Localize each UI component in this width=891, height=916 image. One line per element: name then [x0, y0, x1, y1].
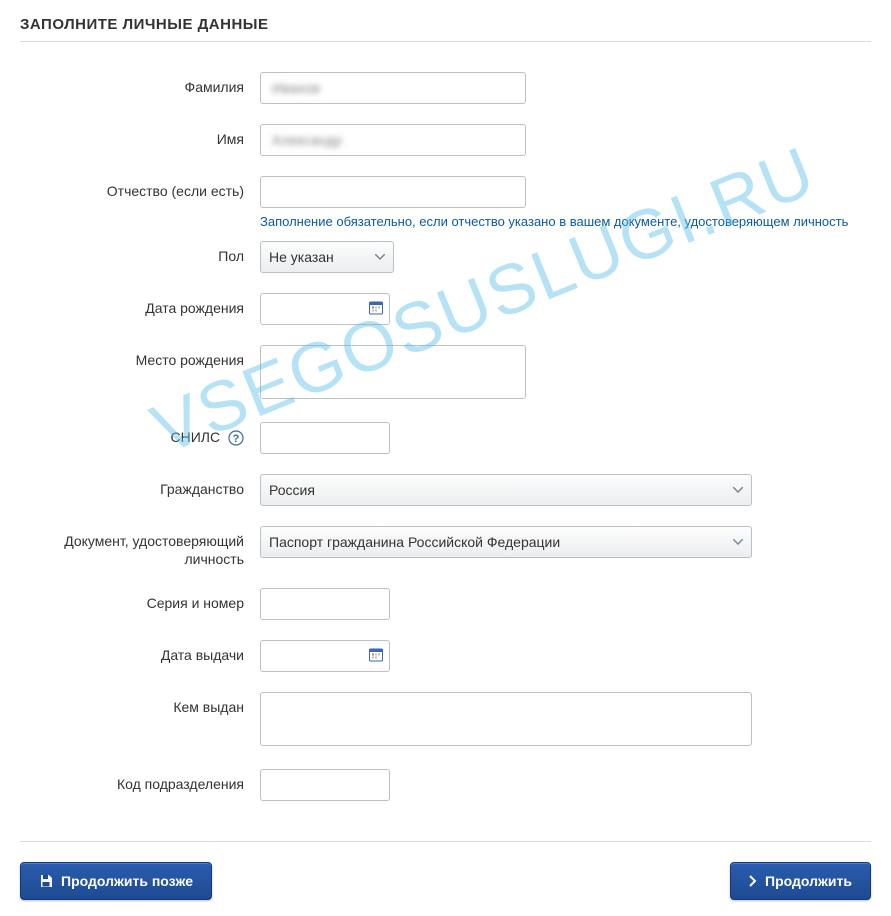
calendar-icon[interactable]: [368, 647, 384, 666]
name-label: Имя: [20, 124, 260, 148]
gender-select-value: Не указан: [269, 249, 334, 265]
snils-input[interactable]: [260, 422, 390, 454]
issued-by-label: Кем выдан: [20, 692, 260, 716]
dept-code-label: Код подразделения: [20, 769, 260, 793]
citizenship-label: Гражданство: [20, 474, 260, 498]
id-doc-select-value: Паспорт гражданина Российской Федерации: [269, 534, 560, 550]
snils-label-text: СНИЛС: [171, 429, 221, 445]
save-icon: [39, 874, 53, 888]
chevron-down-icon: [733, 539, 743, 545]
pob-label: Место рождения: [20, 345, 260, 369]
name-input[interactable]: [260, 124, 526, 156]
id-doc-label: Документ, удостоверяющий личность: [20, 526, 260, 568]
dob-label: Дата рождения: [20, 293, 260, 317]
dept-code-input[interactable]: [260, 769, 390, 801]
footer-actions: Продолжить позже Продолжить: [20, 841, 871, 900]
snils-label: СНИЛС ?: [20, 422, 260, 446]
issued-by-input[interactable]: [260, 692, 752, 746]
save-later-button-label: Продолжить позже: [61, 873, 193, 889]
personal-data-form: Фамилия Иванов Имя Александр Отчество (е…: [20, 72, 871, 841]
id-doc-select[interactable]: Паспорт гражданина Российской Федерации: [260, 526, 752, 558]
patronymic-input[interactable]: [260, 176, 526, 208]
save-later-button[interactable]: Продолжить позже: [20, 862, 212, 900]
svg-text:?: ?: [233, 433, 240, 445]
continue-button-label: Продолжить: [765, 873, 852, 889]
pob-input[interactable]: [260, 345, 526, 399]
help-icon[interactable]: ?: [228, 430, 244, 446]
issue-date-label: Дата выдачи: [20, 640, 260, 664]
calendar-icon[interactable]: [368, 300, 384, 319]
continue-button[interactable]: Продолжить: [730, 862, 871, 900]
series-number-label: Серия и номер: [20, 588, 260, 612]
chevron-down-icon: [375, 254, 385, 260]
patronymic-label: Отчество (если есть): [20, 176, 260, 200]
chevron-right-icon: [749, 875, 757, 887]
gender-select[interactable]: Не указан: [260, 241, 394, 273]
citizenship-select-value: Россия: [269, 482, 315, 498]
series-number-input[interactable]: [260, 588, 390, 620]
surname-input[interactable]: [260, 72, 526, 104]
page-title: ЗАПОЛНИТЕ ЛИЧНЫЕ ДАННЫЕ: [20, 16, 871, 42]
surname-label: Фамилия: [20, 72, 260, 96]
citizenship-select[interactable]: Россия: [260, 474, 752, 506]
gender-label: Пол: [20, 241, 260, 265]
patronymic-hint: Заполнение обязательно, если отчество ук…: [260, 214, 848, 229]
chevron-down-icon: [733, 487, 743, 493]
